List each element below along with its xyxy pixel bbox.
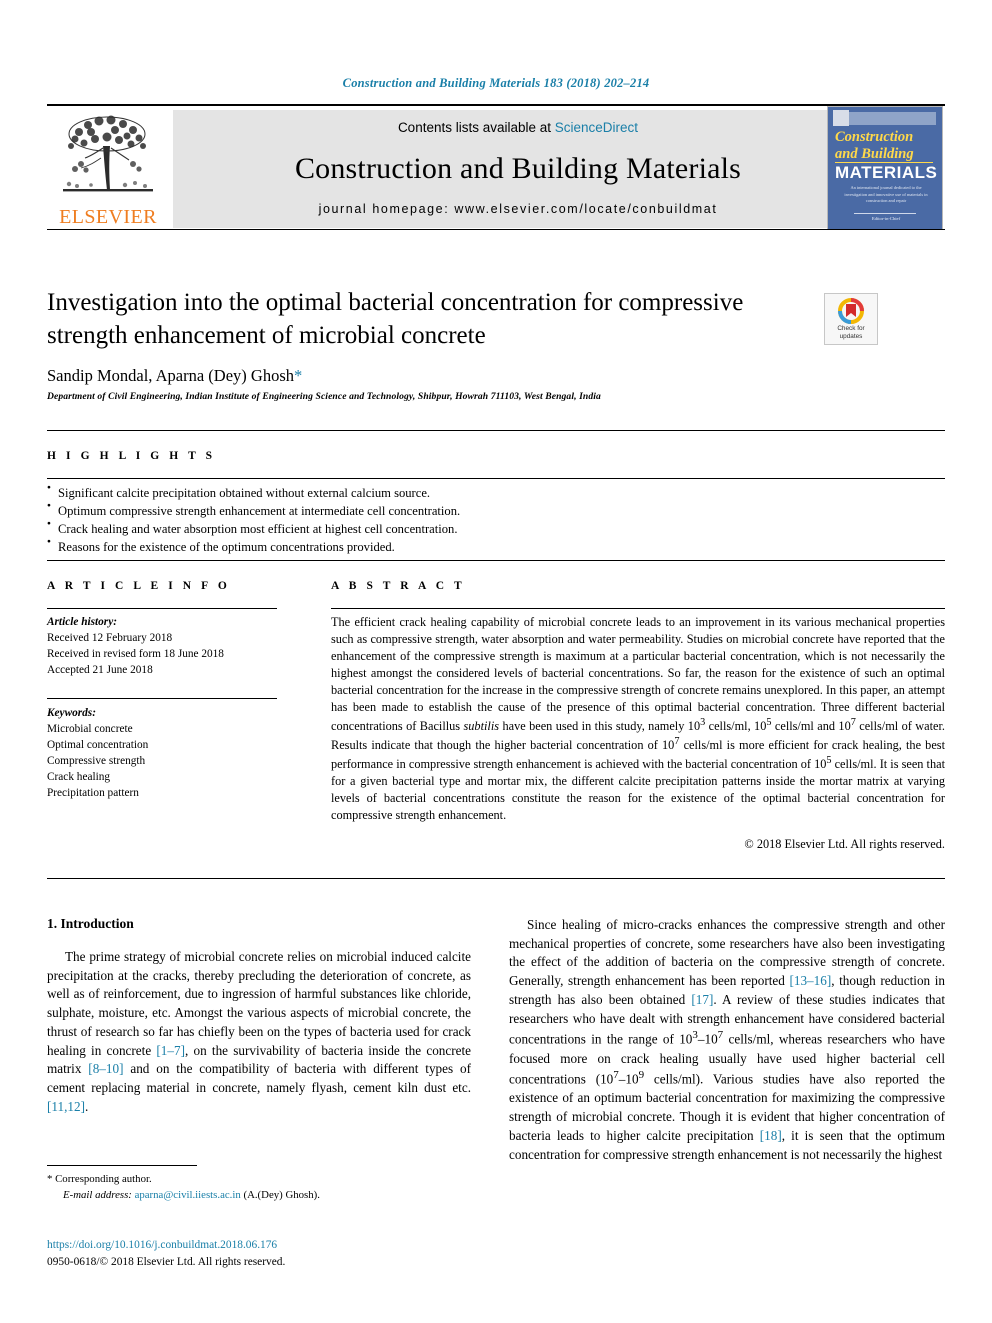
history-item: Received in revised form 18 June 2018 bbox=[47, 648, 224, 661]
keywords-block: Keywords: Microbial concrete Optimal con… bbox=[47, 705, 287, 801]
article-history-block: Article history: Received 12 February 20… bbox=[47, 614, 287, 678]
journal-article-page: Construction and Building Materials 183 … bbox=[0, 0, 992, 1323]
citation-link[interactable]: [11,12] bbox=[47, 1099, 85, 1114]
issn-copyright-line: 0950-0618/© 2018 Elsevier Ltd. All right… bbox=[47, 1255, 286, 1268]
footnote-block: * Corresponding author. E-mail address: … bbox=[47, 1172, 477, 1203]
abstract-copyright: © 2018 Elsevier Ltd. All rights reserved… bbox=[744, 836, 945, 851]
intro-text-a: The prime strategy of microbial concrete… bbox=[47, 949, 471, 1058]
contents-prefix: Contents lists available at bbox=[397, 120, 555, 135]
intro-right-d: –10 bbox=[697, 1031, 718, 1047]
elsevier-wordmark: ELSEVIER bbox=[59, 206, 157, 228]
abstract-heading: A B S T R A C T bbox=[331, 580, 466, 592]
cover-elsevier-mark bbox=[833, 110, 849, 126]
keywords-rule bbox=[47, 698, 277, 699]
citation-link[interactable]: [18] bbox=[760, 1128, 782, 1143]
footnote-rule bbox=[47, 1165, 197, 1166]
keyword-item: Compressive strength bbox=[47, 755, 146, 768]
elsevier-tree-icon bbox=[55, 112, 161, 200]
crossmark-line-2: updates bbox=[839, 333, 863, 340]
corresponding-marker: * bbox=[47, 1173, 53, 1185]
contents-available-line: Contents lists available at ScienceDirec… bbox=[173, 120, 863, 135]
highlights-under-rule bbox=[47, 478, 945, 479]
abstract-bottom-rule bbox=[47, 878, 945, 879]
intro-paragraph-left: The prime strategy of microbial concrete… bbox=[47, 948, 471, 1117]
cover-footer-text: Editor-in-Chief bbox=[871, 216, 901, 221]
abstract-paragraph: The efficient crack healing capability o… bbox=[331, 614, 945, 824]
intro-paragraph-right: Since healing of micro-cracks enhances t… bbox=[509, 916, 945, 1164]
history-item: Received 12 February 2018 bbox=[47, 632, 173, 645]
list-item: Optimum compressive strength enhancement… bbox=[47, 501, 807, 520]
crossmark-label: Check for updates bbox=[825, 325, 877, 341]
author-list: Sandip Mondal, Aparna (Dey) Ghosh* bbox=[47, 366, 807, 386]
crossmark-badge[interactable]: Check for updates bbox=[824, 293, 878, 345]
elsevier-logo: ELSEVIER bbox=[49, 110, 167, 228]
abstract-text-3: cells/ml, 10 bbox=[705, 718, 767, 733]
cover-line-1: Construction bbox=[835, 129, 914, 145]
highlights-list: Significant calcite precipitation obtain… bbox=[47, 483, 807, 557]
citation-link[interactable]: [8–10] bbox=[88, 1061, 123, 1076]
keywords-label: Keywords: bbox=[47, 707, 96, 719]
author-names: Sandip Mondal, Aparna (Dey) Ghosh bbox=[47, 366, 295, 385]
cover-footer-rule bbox=[854, 213, 916, 214]
affiliation: Department of Civil Engineering, Indian … bbox=[47, 391, 601, 402]
corresponding-author-marker[interactable]: * bbox=[294, 366, 302, 385]
article-info-heading: A R T I C L E I N F O bbox=[47, 580, 231, 592]
email-label: E-mail address: bbox=[63, 1188, 132, 1201]
article-info-rule bbox=[47, 608, 277, 609]
cover-top-band bbox=[836, 112, 936, 125]
corresponding-text: Corresponding author. bbox=[55, 1173, 152, 1185]
abstract-body: The efficient crack healing capability o… bbox=[331, 614, 945, 853]
article-history-label: Article history: bbox=[47, 616, 117, 628]
journal-homepage-line[interactable]: journal homepage: www.elsevier.com/locat… bbox=[173, 202, 863, 216]
abstract-text-1: The efficient crack healing capability o… bbox=[331, 615, 945, 733]
crossmark-line-1: Check for bbox=[837, 325, 865, 332]
doi-block: https://doi.org/10.1016/j.conbuildmat.20… bbox=[47, 1237, 477, 1270]
corresponding-author-note: * Corresponding author. bbox=[47, 1172, 477, 1188]
keyword-item: Optimal concentration bbox=[47, 739, 149, 752]
email-link[interactable]: aparna@civil.iiests.ac.in bbox=[135, 1189, 241, 1201]
doi-link[interactable]: https://doi.org/10.1016/j.conbuildmat.20… bbox=[47, 1237, 477, 1254]
citation-link[interactable]: [17] bbox=[691, 992, 713, 1007]
intro-text-d: . bbox=[84, 1098, 89, 1114]
running-head: Construction and Building Materials 183 … bbox=[342, 76, 650, 90]
list-item: Significant calcite precipitation obtain… bbox=[47, 483, 807, 502]
crossmark-icon bbox=[838, 298, 864, 324]
cover-line-3: MATERIALS bbox=[835, 163, 938, 182]
body-column-right: Since healing of micro-cracks enhances t… bbox=[509, 916, 945, 1164]
highlights-top-rule bbox=[47, 430, 945, 431]
keyword-item: Precipitation pattern bbox=[47, 787, 139, 800]
journal-band: Contents lists available at ScienceDirec… bbox=[173, 110, 863, 228]
body-column-left: 1. Introduction The prime strategy of mi… bbox=[47, 916, 471, 1117]
highlights-heading: H I G H L I G H T S bbox=[47, 450, 216, 462]
journal-title: Construction and Building Materials bbox=[294, 152, 742, 185]
title-block: Investigation into the optimal bacterial… bbox=[47, 286, 807, 402]
section-heading-introduction: 1. Introduction bbox=[47, 916, 134, 931]
cover-blurb: An international journal dedicated to th… bbox=[844, 185, 928, 204]
masthead-bottom-rule bbox=[47, 229, 945, 230]
species-name: subtilis bbox=[463, 718, 500, 733]
page-title: Investigation into the optimal bacterial… bbox=[47, 289, 744, 349]
journal-masthead: ELSEVIER Contents lists available at Sci… bbox=[47, 104, 945, 230]
abstract-text-4: cells/ml and 10 bbox=[771, 718, 851, 733]
email-owner: (A.(Dey) Ghosh). bbox=[243, 1188, 320, 1201]
intro-right-f: –10 bbox=[618, 1071, 639, 1087]
keyword-item: Crack healing bbox=[47, 771, 111, 784]
abstract-rule bbox=[331, 608, 945, 609]
cover-line-2: and Building bbox=[835, 146, 914, 162]
citation-link[interactable]: [13–16] bbox=[789, 973, 831, 988]
abstract-text-2: have been used in this study, namely 10 bbox=[499, 718, 701, 733]
email-note: E-mail address: aparna@civil.iiests.ac.i… bbox=[47, 1188, 477, 1204]
masthead-top-rule bbox=[47, 104, 945, 106]
journal-cover-thumbnail[interactable]: Construction and Building MATERIALS An i… bbox=[827, 106, 943, 230]
citation-link[interactable]: [1–7] bbox=[156, 1043, 185, 1058]
sciencedirect-link[interactable]: ScienceDirect bbox=[555, 120, 638, 135]
list-item: Reasons for the existence of the optimum… bbox=[47, 537, 807, 556]
history-item: Accepted 21 June 2018 bbox=[47, 664, 153, 677]
highlights-bottom-rule bbox=[47, 560, 945, 561]
list-item: Crack healing and water absorption most … bbox=[47, 519, 807, 538]
keyword-item: Microbial concrete bbox=[47, 723, 133, 736]
